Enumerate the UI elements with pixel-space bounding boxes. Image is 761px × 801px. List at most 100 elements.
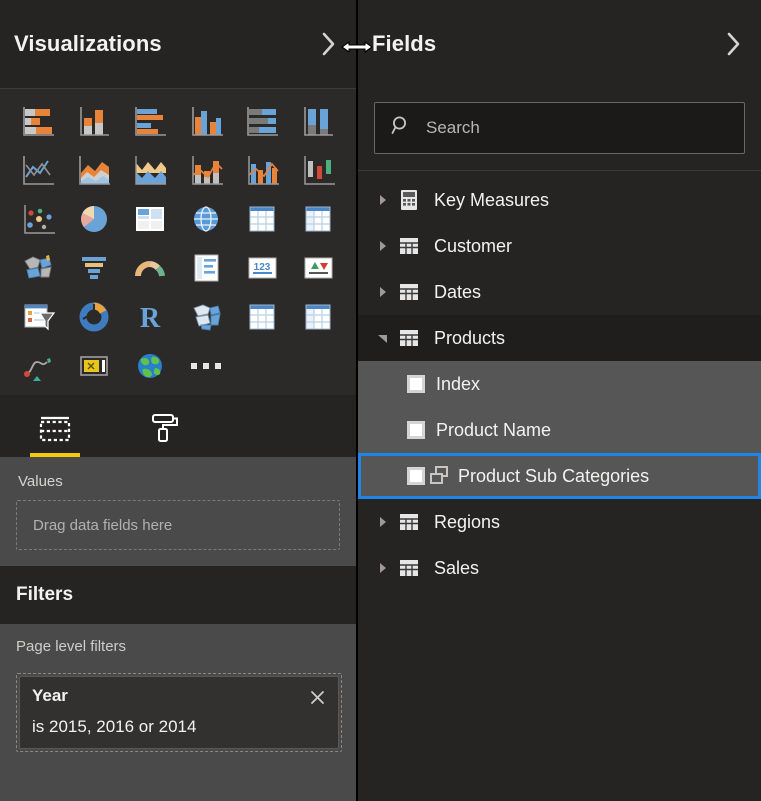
horizontal-resize-cursor bbox=[334, 38, 380, 56]
field-table-label: Products bbox=[434, 327, 506, 348]
field-table-customer[interactable]: Customer bbox=[358, 223, 761, 269]
chevron-right-icon[interactable] bbox=[721, 31, 747, 57]
visual-filled-map[interactable] bbox=[10, 245, 66, 291]
fields-title: Fields bbox=[372, 31, 437, 56]
visual-scatter-chart[interactable] bbox=[10, 196, 66, 242]
field-table-label: Customer bbox=[434, 235, 513, 256]
pane-splitter[interactable] bbox=[341, 0, 373, 801]
filters-header: Filters bbox=[0, 566, 356, 624]
checkbox-icon[interactable] bbox=[406, 374, 426, 394]
gallery-empty-cell-1 bbox=[234, 343, 290, 389]
field-table-sales[interactable]: Sales bbox=[358, 545, 761, 591]
visual-line-chart[interactable] bbox=[10, 147, 66, 193]
chevron-right-icon[interactable] bbox=[372, 286, 394, 298]
visualizations-title: Visualizations bbox=[14, 31, 162, 56]
tab-format[interactable] bbox=[132, 399, 194, 457]
tab-fields[interactable] bbox=[24, 399, 86, 457]
power-bi-side-panels: Visualizations 123 R Values Drag data fi… bbox=[0, 0, 761, 801]
visual-area-chart[interactable] bbox=[66, 147, 122, 193]
visual-more-visuals[interactable] bbox=[178, 343, 234, 389]
visual-100-stacked-column-chart[interactable] bbox=[290, 98, 346, 144]
filters-body: Page level filters Year is 2015, 2016 or… bbox=[0, 624, 356, 801]
page-level-filters-label: Page level filters bbox=[16, 638, 127, 655]
field-item-label: Product Name bbox=[436, 419, 552, 440]
visual-stacked-column-chart[interactable] bbox=[66, 98, 122, 144]
search-section: Search bbox=[358, 88, 761, 170]
fields-table-icon bbox=[39, 416, 71, 442]
field-table-dates[interactable]: Dates bbox=[358, 269, 761, 315]
fields-tree: Key Measures Customer Dates Products Ind… bbox=[358, 171, 761, 801]
close-icon[interactable] bbox=[306, 686, 328, 708]
field-table-label: Dates bbox=[434, 281, 482, 302]
search-placeholder: Search bbox=[426, 118, 480, 137]
visual-stacked-bar-chart[interactable] bbox=[10, 98, 66, 144]
visual-card[interactable]: 123 bbox=[234, 245, 290, 291]
visual-matrix-alt[interactable] bbox=[290, 294, 346, 340]
values-bucket-section: Values Drag data fields here bbox=[0, 457, 356, 566]
table-icon bbox=[394, 236, 424, 256]
search-icon bbox=[391, 115, 412, 141]
visual-100-stacked-bar-chart[interactable] bbox=[234, 98, 290, 144]
fields-header: Fields bbox=[358, 0, 761, 88]
visualizations-pane: Visualizations 123 R Values Drag data fi… bbox=[0, 0, 356, 801]
table-icon bbox=[394, 558, 424, 578]
fields-pane: Fields Search Key Measures Customer Date… bbox=[358, 0, 761, 801]
visual-r-script[interactable]: R bbox=[122, 294, 178, 340]
field-table-label: Regions bbox=[434, 511, 501, 532]
visual-globe-map[interactable] bbox=[122, 343, 178, 389]
filter-card-year[interactable]: Year is 2015, 2016 or 2014 bbox=[19, 676, 339, 749]
visual-pie-chart[interactable] bbox=[66, 196, 122, 242]
visual-shape-map[interactable] bbox=[178, 294, 234, 340]
values-label: Values bbox=[18, 473, 63, 490]
values-dropzone[interactable]: Drag data fields here bbox=[16, 500, 340, 550]
chevron-right-icon[interactable] bbox=[372, 562, 394, 574]
visual-treemap[interactable] bbox=[122, 196, 178, 242]
visual-multi-row-card[interactable] bbox=[178, 245, 234, 291]
chevron-right-icon[interactable] bbox=[372, 240, 394, 252]
field-item-index[interactable]: Index bbox=[358, 361, 761, 407]
hierarchy-icon bbox=[428, 465, 454, 487]
visual-gauge-chart[interactable] bbox=[122, 245, 178, 291]
svg-text:R: R bbox=[140, 303, 161, 334]
visual-clustered-bar-chart[interactable] bbox=[122, 98, 178, 144]
visual-type-gallery: 123 R bbox=[0, 89, 356, 395]
field-table-regions[interactable]: Regions bbox=[358, 499, 761, 545]
visual-key-influencers[interactable] bbox=[10, 343, 66, 389]
visual-clustered-column-chart[interactable] bbox=[178, 98, 234, 144]
checkbox-icon[interactable] bbox=[406, 466, 426, 486]
visual-funnel-chart[interactable] bbox=[66, 245, 122, 291]
calculator-icon bbox=[394, 189, 424, 211]
ellipsis-icon bbox=[191, 363, 221, 369]
field-table-key-measures[interactable]: Key Measures bbox=[358, 177, 761, 223]
table-icon bbox=[394, 512, 424, 532]
field-item-label: Product Sub Categories bbox=[458, 465, 650, 486]
checkbox-icon[interactable] bbox=[406, 420, 426, 440]
table-icon bbox=[394, 282, 424, 302]
table-icon bbox=[394, 328, 424, 348]
field-item-label: Index bbox=[436, 373, 481, 394]
visual-line-stacked-column-chart[interactable] bbox=[178, 147, 234, 193]
filter-dropzone[interactable]: Year is 2015, 2016 or 2014 bbox=[16, 673, 342, 752]
visualizations-header: Visualizations bbox=[0, 0, 356, 88]
visual-kpi[interactable] bbox=[290, 245, 346, 291]
search-input[interactable]: Search bbox=[374, 102, 745, 154]
chevron-right-icon[interactable] bbox=[372, 516, 394, 528]
chevron-right-icon[interactable] bbox=[372, 194, 394, 206]
paint-roller-icon bbox=[152, 414, 178, 442]
field-table-products[interactable]: Products bbox=[358, 315, 761, 361]
visual-stacked-area-chart[interactable] bbox=[122, 147, 178, 193]
visual-matrix[interactable] bbox=[290, 196, 346, 242]
field-item-product-sub-categories[interactable]: Product Sub Categories bbox=[358, 453, 761, 499]
visual-table-alt[interactable] bbox=[234, 294, 290, 340]
visual-map[interactable] bbox=[178, 196, 234, 242]
visual-table[interactable] bbox=[234, 196, 290, 242]
visual-ribbon-chart[interactable] bbox=[290, 147, 346, 193]
visual-slicer[interactable] bbox=[10, 294, 66, 340]
visual-donut-chart[interactable] bbox=[66, 294, 122, 340]
visualizations-tabs bbox=[0, 395, 356, 457]
visual-line-clustered-column-chart[interactable] bbox=[234, 147, 290, 193]
chevron-down-icon[interactable] bbox=[372, 332, 394, 344]
field-item-product-name[interactable]: Product Name bbox=[358, 407, 761, 453]
visual-power-apps[interactable] bbox=[66, 343, 122, 389]
filter-field-name: Year bbox=[32, 686, 68, 705]
